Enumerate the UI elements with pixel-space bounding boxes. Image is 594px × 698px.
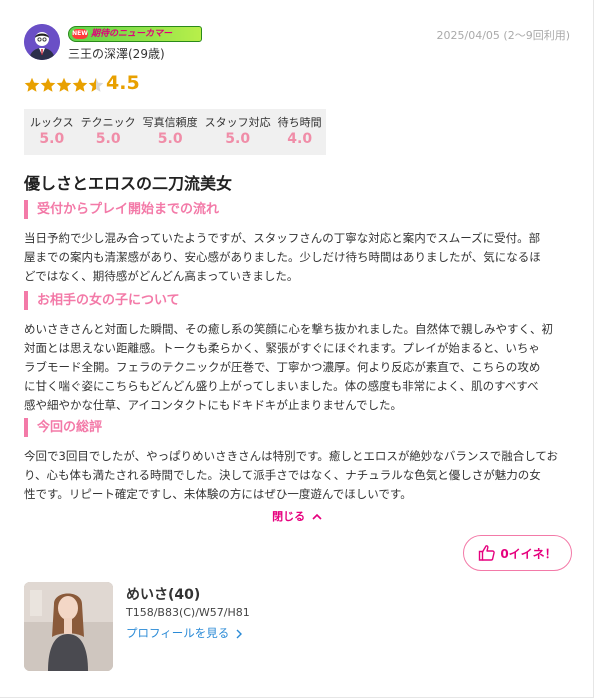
- overall-score: 4.5: [106, 72, 140, 94]
- body-line: 屋までの案内も清潔感があり、安心感がありました。少しだけ待ち時間はありましたが、…: [24, 250, 541, 264]
- subscore-label: 待ち時間: [277, 116, 322, 129]
- rank-badge-label: 期待のニューカマー: [91, 29, 173, 39]
- new-mark: NEW: [72, 29, 88, 39]
- girl-name[interactable]: めいさ(40): [126, 584, 200, 604]
- subscore-wait-time: 待ち時間 4.0: [278, 114, 322, 155]
- body-line: めいさきさんと対面した瞬間、その癒し系の笑顔に心を撃ち抜かれました。自然体で親し…: [24, 322, 553, 336]
- body-line: り、心も体も満たされる時間でした。決して派手さではなく、ナチュラルな色気と優しさ…: [24, 468, 541, 482]
- reviewer-name[interactable]: 三王の深澤(29歳): [68, 45, 165, 62]
- body-line: 今回で3回目でしたが、やっぱりめいさきさんは特別です。癒しとエロスが絶妙なバラン…: [24, 449, 559, 463]
- section-heading-summary: 今回の総評: [24, 418, 584, 437]
- subscore-label: 写真信頼度: [142, 116, 198, 129]
- subscore-photo-reliability: 写真信頼度 5.0: [143, 114, 198, 155]
- girl-stats: T158/B83(C)/W57/H81: [126, 606, 250, 619]
- star-rating-icon: [24, 77, 104, 92]
- collapse-review-link[interactable]: 閉じる: [0, 508, 594, 524]
- subscore-label: テクニック: [80, 116, 136, 129]
- section-body-summary: 今回で3回目でしたが、やっぱりめいさきさんは特別です。癒しとエロスが絶妙なバラン…: [24, 447, 572, 504]
- subscore-staff: スタッフ対応 5.0: [205, 114, 271, 155]
- like-button[interactable]: 0イイネ！: [463, 535, 572, 571]
- body-line: 当日予約で少し混み合っていたようですが、スタッフさんの丁寧な対応と案内でスムーズ…: [24, 231, 541, 245]
- subscore-value: 5.0: [95, 131, 121, 147]
- subscore-label: ルックス: [30, 116, 74, 129]
- body-line: 感や細やかな仕草、アイコンタクトにもドキドキが止まりませんでした。: [24, 398, 403, 412]
- user-avatar-icon: [24, 24, 60, 60]
- review-header: NEW 期待のニューカマー 三王の深澤(29歳) 2025/04/05 (2〜9…: [24, 22, 574, 66]
- body-line: 対面とは思えない距離感。トークも柔らかく、緊張がすぐにほぐれます。プレイが始まる…: [24, 341, 540, 355]
- subscore-value: 4.0: [287, 131, 313, 147]
- subscore-value: 5.0: [157, 131, 183, 147]
- view-profile-link[interactable]: プロフィールを見る: [126, 625, 243, 641]
- subscore-label: スタッフ対応: [204, 116, 271, 129]
- section-body-reception: 当日予約で少し混み合っていたようですが、スタッフさんの丁寧な対応と案内でスムーズ…: [24, 229, 572, 286]
- profile-link-label: プロフィールを見る: [126, 626, 230, 640]
- body-line: 性です。リピート確定ですし、未体験の方にはぜひ一度遊んでほしいです。: [24, 487, 412, 501]
- chevron-right-icon: [236, 629, 242, 638]
- like-count-label: 0イイネ！: [500, 546, 557, 561]
- chevron-up-icon: [312, 513, 322, 520]
- thumbs-up-icon: [479, 545, 496, 561]
- section-body-companion: めいさきさんと対面した瞬間、その癒し系の笑顔に心を撃ち抜かれました。自然体で親し…: [24, 320, 572, 415]
- girl-photo[interactable]: [24, 582, 113, 671]
- body-line: に甘く喘ぐ姿にこちらもどんどん盛り上がってしまいました。体の感度も非常によく、肌…: [24, 379, 539, 393]
- subscore-value: 5.0: [225, 131, 251, 147]
- body-line: ラブモード全開。フェラのテクニックが圧巻で、丁寧かつ濃厚。何より反応が素直で、こ…: [24, 360, 541, 374]
- subscore-value: 5.0: [39, 131, 65, 147]
- subscore-technique: テクニック 5.0: [81, 114, 136, 155]
- review-card: NEW 期待のニューカマー 三王の深澤(29歳) 2025/04/05 (2〜9…: [0, 0, 594, 698]
- reviewer-avatar[interactable]: [24, 24, 60, 60]
- review-title: 優しさとエロスの二刀流美女: [24, 174, 233, 193]
- subscore-looks: ルックス 5.0: [30, 114, 74, 155]
- section-heading-companion: お相手の女の子について: [24, 291, 584, 310]
- girl-photo-image: [24, 582, 113, 671]
- collapse-label: 閉じる: [272, 510, 306, 523]
- body-line: どではなく、期待感がどんどん高まっていきました。: [24, 269, 299, 283]
- subscore-table: ルックス 5.0 テクニック 5.0 写真信頼度 5.0 スタッフ対応 5.0 …: [24, 109, 326, 155]
- review-date: 2025/04/05 (2〜9回利用): [436, 29, 570, 42]
- section-heading-reception: 受付からプレイ開始までの流れ: [24, 200, 584, 219]
- rank-badge: NEW 期待のニューカマー: [68, 26, 202, 42]
